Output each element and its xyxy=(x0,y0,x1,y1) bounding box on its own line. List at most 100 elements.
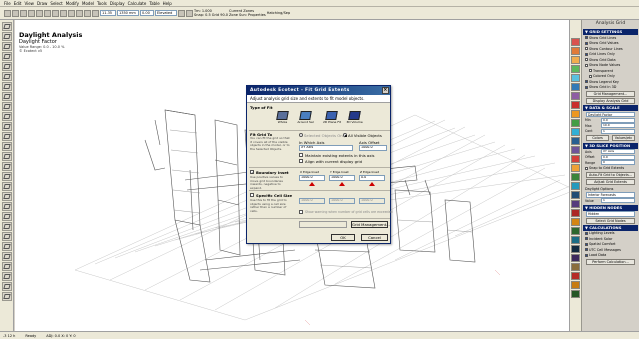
panel-tab-icon-20[interactable] xyxy=(571,209,580,217)
polyline-tool-icon[interactable] xyxy=(1,42,12,51)
panel-tab-icon-22[interactable] xyxy=(571,227,580,235)
checkbox[interactable] xyxy=(585,231,588,235)
panel-tab-icon-25[interactable] xyxy=(571,254,580,262)
checkbox[interactable] xyxy=(585,242,588,246)
checkbox[interactable] xyxy=(585,166,588,170)
split-tool-icon[interactable] xyxy=(1,222,12,231)
values-button[interactable]: Values/etc xyxy=(612,135,635,141)
calculation-row[interactable]: Load Data xyxy=(583,253,638,259)
panel-tab-icon-27[interactable] xyxy=(571,272,580,280)
mirror-tool-icon[interactable] xyxy=(1,182,12,191)
panel-tab-icon-19[interactable] xyxy=(571,200,580,208)
measure-tool-icon[interactable] xyxy=(1,242,12,251)
fit-plane-icon[interactable]: 2D Plane Fit xyxy=(323,110,341,125)
menu-modify[interactable]: Modify xyxy=(66,1,79,6)
z-edge-field[interactable]: 0.0 xyxy=(359,175,385,181)
snap-grid-row[interactable]: Snap to Grid Extents xyxy=(583,166,638,172)
menu-file[interactable]: File xyxy=(4,1,11,6)
panel-tab-icon-29[interactable] xyxy=(571,290,580,298)
data-scale-header[interactable]: ▼ DATA & SCALE xyxy=(583,105,638,111)
slice-offset-field[interactable]: 0.0 xyxy=(601,154,635,160)
menu-view[interactable]: View xyxy=(24,1,34,6)
undo-icon[interactable] xyxy=(28,9,35,17)
forecast-select[interactable]: Interior Forecasts xyxy=(586,192,635,198)
props-label[interactable]: Zone Sun: Properties xyxy=(229,13,266,17)
checkbox[interactable] xyxy=(585,52,588,56)
door-tool-icon[interactable] xyxy=(1,92,12,101)
slice-axis-select[interactable]: XY Axis xyxy=(601,149,635,155)
data-type-select[interactable]: Daylight Factor xyxy=(586,111,635,117)
coord-x-field[interactable]: 11.35 xyxy=(100,10,116,16)
void-tool-icon[interactable] xyxy=(1,112,12,121)
align-grid-checkbox[interactable] xyxy=(299,159,303,163)
sun-tool-icon[interactable] xyxy=(1,272,12,281)
maintain-extents-checkbox[interactable] xyxy=(299,153,303,157)
pointer-tool-icon[interactable] xyxy=(1,22,12,31)
checkbox[interactable] xyxy=(585,36,588,40)
panel-tab-icon-3[interactable] xyxy=(571,56,580,64)
axis-offset-field[interactable]: 1000.0 xyxy=(359,145,387,151)
hidden-nodes-header[interactable]: ▼ HIDDEN NODES xyxy=(583,204,638,211)
redo-icon[interactable] xyxy=(36,9,43,17)
line-tool-icon[interactable] xyxy=(1,32,12,41)
panel-tab-icon-8[interactable] xyxy=(571,101,580,109)
panel-tab-icon-1[interactable] xyxy=(571,38,580,46)
point-tool-icon[interactable] xyxy=(1,152,12,161)
panel-tab-icon-2[interactable] xyxy=(571,47,580,55)
checkbox[interactable] xyxy=(585,80,588,84)
section-tool-icon[interactable] xyxy=(1,252,12,261)
grid-management-dialog-button[interactable]: Grid Management... xyxy=(351,221,390,228)
menu-calculate[interactable]: Calculate xyxy=(128,1,147,6)
zoom-icon[interactable] xyxy=(68,9,75,17)
light-tool-icon[interactable] xyxy=(1,122,12,131)
cell-y-field[interactable]: 1000.0 xyxy=(329,198,355,204)
plane-tool-icon[interactable] xyxy=(1,72,12,81)
resolve-value-field[interactable]: 1 xyxy=(601,198,635,204)
selected-only-radio[interactable] xyxy=(299,133,303,137)
panel-tab-icon-4[interactable] xyxy=(571,65,580,73)
checkbox[interactable] xyxy=(585,63,588,67)
checkbox[interactable] xyxy=(589,74,592,78)
slice-range-field[interactable]: 0 xyxy=(601,160,635,166)
snap-icon[interactable] xyxy=(178,9,185,17)
close-icon[interactable]: × xyxy=(382,87,389,94)
panel-tab-icon-7[interactable] xyxy=(571,92,580,100)
menu-select[interactable]: Select xyxy=(50,1,62,6)
menu-help[interactable]: Help xyxy=(163,1,172,6)
hidden-mode-select[interactable]: Hidden xyxy=(586,211,635,217)
slice-header[interactable]: ▼ 3D SLICE POSITION xyxy=(583,143,638,149)
panel-tab-icon-26[interactable] xyxy=(571,263,580,271)
checkbox[interactable] xyxy=(585,248,588,252)
fit-whole-icon[interactable]: Whole xyxy=(274,110,291,125)
panel-tab-icon-24[interactable] xyxy=(571,245,580,253)
menu-table[interactable]: Table xyxy=(149,1,159,6)
pan-icon[interactable] xyxy=(76,9,83,17)
paste-icon[interactable] xyxy=(60,9,67,17)
ray-tool-icon[interactable] xyxy=(1,282,12,291)
dialog-titlebar[interactable]: Autodesk Ecotect - Fit Grid Extents × xyxy=(247,86,390,95)
speaker-tool-icon[interactable] xyxy=(1,142,12,151)
axis-select[interactable]: XY Axis xyxy=(299,145,353,151)
orbit-icon[interactable] xyxy=(84,9,91,17)
menu-display[interactable]: Display xyxy=(110,1,125,6)
visual-mode-select[interactable]: Elevated xyxy=(155,10,177,16)
x-edge-field[interactable]: 1000.0 xyxy=(299,175,325,181)
checkbox[interactable] xyxy=(589,69,592,73)
cell-z-field[interactable]: 1000.0 xyxy=(359,198,385,204)
hatching-label[interactable]: Hatching/Sep xyxy=(267,11,290,15)
display-analysis-grid-button[interactable]: Display Analysis Grid xyxy=(586,98,635,104)
ok-button[interactable]: OK xyxy=(331,234,355,241)
save-icon[interactable] xyxy=(20,9,27,17)
cell-size-checkbox[interactable] xyxy=(250,193,254,197)
panel-tab-icon-17[interactable] xyxy=(571,182,580,190)
adjust-extents-button[interactable]: Adjust Grid Extents xyxy=(586,179,635,185)
scale-contour-field[interactable]: 1 xyxy=(601,128,635,134)
checkbox[interactable] xyxy=(585,237,588,241)
rotate-tool-icon[interactable] xyxy=(1,192,12,201)
checkbox[interactable] xyxy=(585,85,588,89)
panel-tool-icon[interactable] xyxy=(1,102,12,111)
panel-tab-icon-10[interactable] xyxy=(571,119,580,127)
checkbox[interactable] xyxy=(585,58,588,62)
panel-tab-icon-12[interactable] xyxy=(571,137,580,145)
y-edge-field[interactable]: 1000.0 xyxy=(329,175,355,181)
